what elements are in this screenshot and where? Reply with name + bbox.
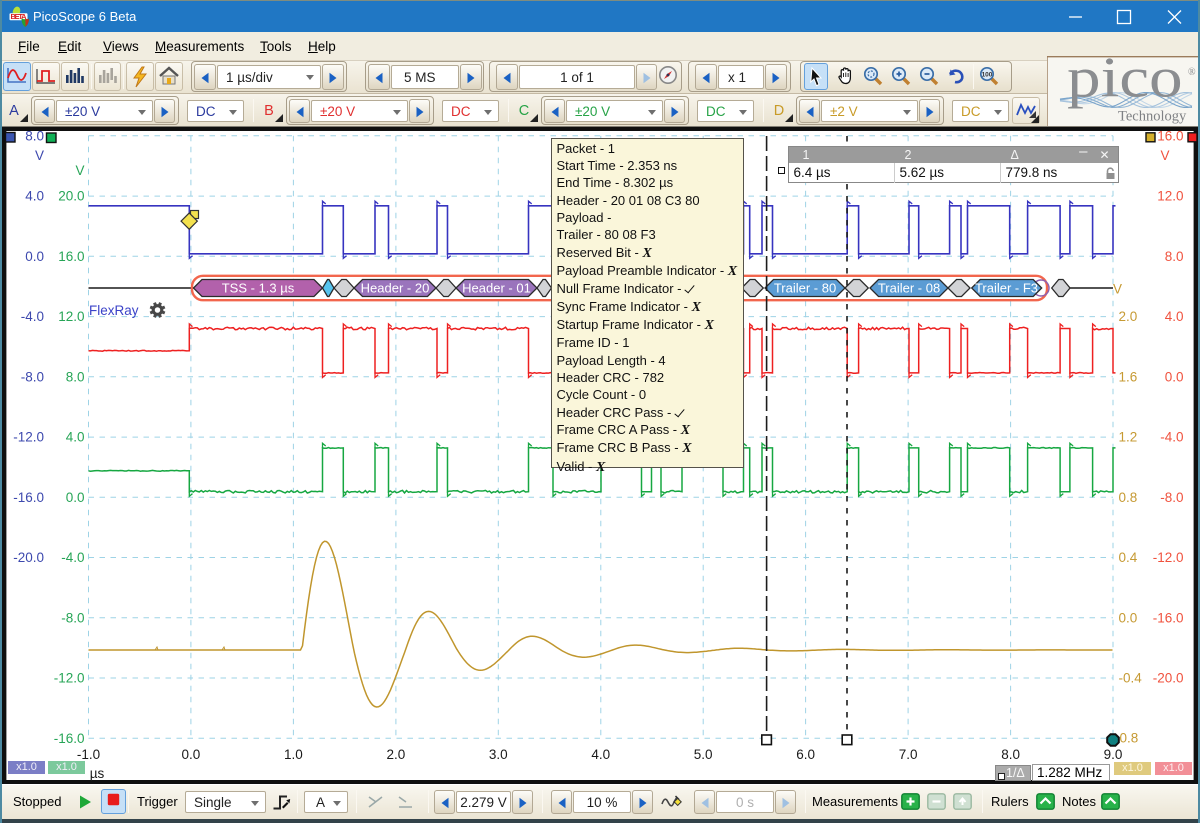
svg-text:-12.0: -12.0 bbox=[54, 671, 85, 686]
svg-text:FlexRay: FlexRay bbox=[89, 303, 139, 318]
svg-text:4.0: 4.0 bbox=[25, 189, 44, 204]
svg-text:0.4: 0.4 bbox=[1119, 550, 1138, 565]
svg-text:0.0: 0.0 bbox=[25, 249, 44, 264]
svg-text:Trailer - F3: Trailer - F3 bbox=[975, 281, 1038, 296]
svg-text:Header - 20: Header - 20 bbox=[361, 281, 430, 296]
svg-text:V: V bbox=[75, 163, 84, 178]
svg-text:5.0: 5.0 bbox=[694, 747, 713, 762]
svg-text:-16.0: -16.0 bbox=[13, 490, 44, 505]
svg-text:8.0: 8.0 bbox=[1001, 747, 1020, 762]
svg-text:-1.0: -1.0 bbox=[77, 747, 100, 762]
svg-text:1.2: 1.2 bbox=[1119, 430, 1138, 445]
svg-text:Trailer - 80: Trailer - 80 bbox=[774, 281, 836, 296]
svg-text:-20.0: -20.0 bbox=[13, 550, 44, 565]
svg-text:2.0: 2.0 bbox=[1119, 309, 1138, 324]
svg-text:8.0: 8.0 bbox=[1165, 249, 1184, 264]
svg-text:-8.0: -8.0 bbox=[61, 610, 84, 625]
svg-text:-20.0: -20.0 bbox=[1153, 671, 1184, 686]
svg-text:12.0: 12.0 bbox=[58, 309, 84, 324]
svg-text:µs: µs bbox=[90, 766, 105, 781]
svg-text:Trailer - 08: Trailer - 08 bbox=[878, 281, 940, 296]
svg-text:20.0: 20.0 bbox=[58, 189, 84, 204]
svg-text:TSS - 1.3 µs: TSS - 1.3 µs bbox=[222, 281, 295, 296]
svg-text:2.0: 2.0 bbox=[387, 747, 406, 762]
svg-text:1.0: 1.0 bbox=[284, 747, 303, 762]
svg-text:V: V bbox=[35, 148, 44, 163]
svg-text:Technology: Technology bbox=[1118, 109, 1187, 125]
svg-text:4.0: 4.0 bbox=[1165, 309, 1184, 324]
svg-text:0.0: 0.0 bbox=[66, 490, 85, 505]
svg-text:-4.0: -4.0 bbox=[21, 309, 44, 324]
svg-text:100: 100 bbox=[982, 72, 993, 79]
svg-text:3.0: 3.0 bbox=[489, 747, 508, 762]
svg-text:V: V bbox=[1113, 282, 1122, 297]
svg-text:8.0: 8.0 bbox=[66, 369, 85, 384]
svg-text:1.6: 1.6 bbox=[1119, 369, 1138, 384]
svg-text:7.0: 7.0 bbox=[899, 747, 918, 762]
svg-text:-4.0: -4.0 bbox=[1160, 430, 1183, 445]
svg-text:16.0: 16.0 bbox=[58, 249, 84, 264]
svg-text:pico: pico bbox=[1067, 56, 1183, 109]
svg-text:0.0: 0.0 bbox=[1165, 369, 1184, 384]
svg-text:-8.0: -8.0 bbox=[21, 369, 44, 384]
svg-text:-4.0: -4.0 bbox=[61, 550, 84, 565]
svg-text:-12.0: -12.0 bbox=[13, 430, 44, 445]
svg-text:12.0: 12.0 bbox=[1157, 189, 1183, 204]
svg-text:Header - 01: Header - 01 bbox=[462, 281, 531, 296]
svg-text:-16.0: -16.0 bbox=[1153, 610, 1184, 625]
svg-text:-0.4: -0.4 bbox=[1119, 671, 1143, 686]
svg-text:16.0: 16.0 bbox=[1157, 128, 1183, 143]
svg-text:9.0: 9.0 bbox=[1104, 747, 1123, 762]
svg-text:4.0: 4.0 bbox=[66, 430, 85, 445]
svg-text:-16.0: -16.0 bbox=[54, 731, 85, 746]
svg-text:-8.0: -8.0 bbox=[1160, 490, 1183, 505]
svg-text:V: V bbox=[1160, 148, 1169, 163]
svg-text:0.0: 0.0 bbox=[1119, 610, 1138, 625]
svg-text:®: ® bbox=[1188, 67, 1196, 78]
svg-text:0.8: 0.8 bbox=[1119, 490, 1138, 505]
svg-text:-12.0: -12.0 bbox=[1153, 550, 1184, 565]
svg-text:4.0: 4.0 bbox=[591, 747, 610, 762]
svg-text:0.0: 0.0 bbox=[182, 747, 201, 762]
svg-text:6.0: 6.0 bbox=[796, 747, 815, 762]
svg-text:8.0: 8.0 bbox=[25, 128, 44, 143]
